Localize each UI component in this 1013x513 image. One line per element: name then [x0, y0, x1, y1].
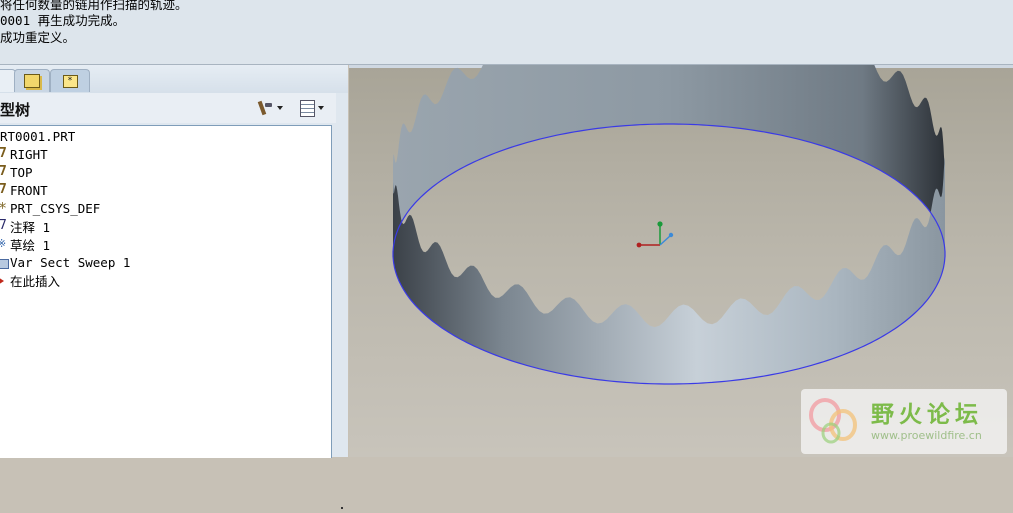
sweep-back-band — [393, 65, 945, 254]
tree-item-label: RIGHT — [10, 147, 48, 162]
panel-title: 型树 — [0, 101, 31, 119]
sweep-icon — [0, 256, 9, 270]
tree-item-sweep[interactable]: Var Sect Sweep 1 — [0, 254, 130, 271]
list-icon — [300, 99, 315, 117]
message-line: 成功重定义。 — [0, 30, 76, 45]
tree-item-insert-here[interactable]: 在此插入 — [0, 272, 60, 289]
watermark-title: 野火论坛 — [871, 402, 983, 428]
navigator-tabs: * — [0, 65, 348, 93]
message-area: 将任何数量的链用作扫描的轨迹。 0001 再生成功完成。 成功重定义。 — [0, 0, 1013, 65]
tree-item-label: RT0001.PRT — [0, 129, 76, 144]
watermark: 野火论坛 www.proewildfire.cn — [801, 389, 1007, 454]
tree-item-front[interactable]: FRONT — [0, 182, 48, 199]
datum-plane-icon — [0, 146, 9, 162]
favorites-tab-icon: * — [62, 74, 78, 88]
tree-item-label: FRONT — [10, 183, 48, 198]
tree-item-label: 在此插入 — [10, 274, 61, 289]
message-line: 0001 再生成功完成。 — [0, 13, 126, 28]
resize-grip — [341, 507, 343, 509]
tree-item-label: 注释 1 — [10, 220, 51, 235]
settings-button[interactable] — [258, 99, 283, 117]
tree-item-note[interactable]: 注释 1 — [0, 218, 51, 236]
datum-plane-icon — [0, 164, 9, 180]
tools-icon — [258, 100, 274, 116]
tree-item-csys[interactable]: PRT_CSYS_DEF — [0, 199, 101, 217]
note-icon — [0, 218, 9, 234]
tree-item-label: Var Sect Sweep 1 — [10, 255, 131, 270]
tree-item-part[interactable]: RT0001.PRT — [0, 128, 75, 145]
model-tree-header: 型树 — [0, 93, 336, 123]
chevron-down-icon — [318, 106, 324, 110]
tree-item-label: TOP — [10, 165, 33, 180]
chevron-down-icon — [277, 106, 283, 110]
tab-favorites[interactable]: * — [50, 69, 90, 92]
watermark-url: www.proewildfire.cn — [871, 429, 982, 442]
message-line: 将任何数量的链用作扫描的轨迹。 — [0, 0, 188, 12]
insert-here-icon — [0, 274, 9, 288]
message-scrollbar[interactable] — [1001, 0, 1013, 64]
pane-splitter[interactable] — [336, 453, 348, 513]
model-tree: RT0001.PRT RIGHT TOP FRONT PRT_CSYS_DEF … — [0, 125, 332, 458]
csys-triad — [636, 221, 674, 248]
tree-item-right[interactable]: RIGHT — [0, 146, 48, 163]
tree-item-label: 草绘 1 — [10, 238, 51, 253]
tree-item-top[interactable]: TOP — [0, 164, 33, 181]
sweep-front-band — [393, 157, 945, 384]
tree-item-sketch[interactable]: 草绘 1 — [0, 236, 51, 254]
folder-browser-tab-icon — [24, 74, 40, 88]
csys-icon — [0, 199, 9, 217]
datum-plane-icon — [0, 182, 9, 198]
butterfly-logo-icon — [809, 398, 857, 444]
sketch-icon — [0, 237, 9, 252]
tab-folder-browser[interactable] — [14, 69, 50, 92]
tree-item-label: PRT_CSYS_DEF — [10, 201, 101, 216]
show-button[interactable] — [300, 99, 324, 117]
navigator-pane: * 型树 RT0001.PRT RIGHT TOP FRONT — [0, 65, 348, 509]
